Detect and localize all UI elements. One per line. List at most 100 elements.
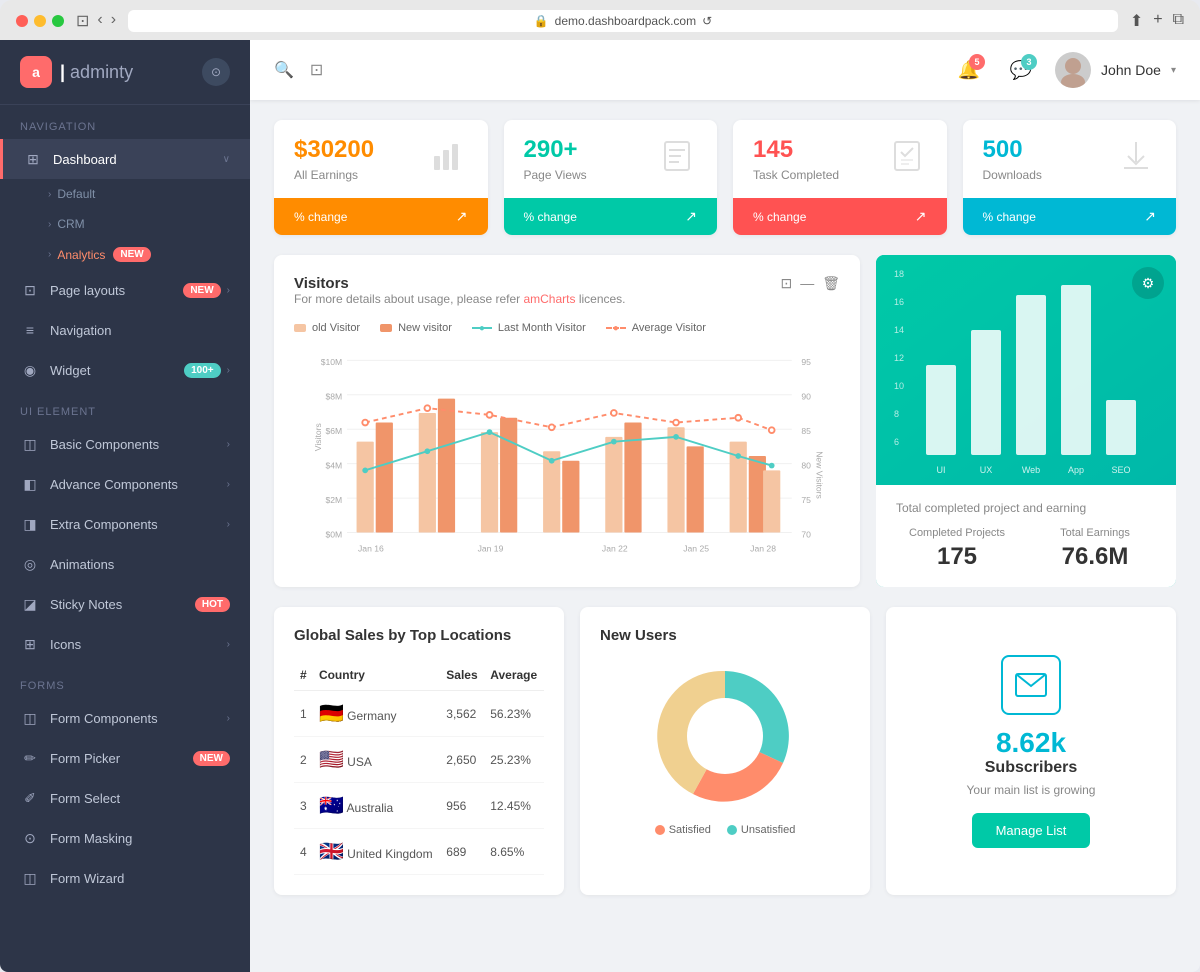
legend-old-visitor: old Visitor	[294, 322, 360, 334]
row-num: 1	[294, 691, 313, 737]
legend-label-old: old Visitor	[312, 322, 360, 334]
sidebar-item-form-wizard[interactable]: ◫ Form Wizard	[0, 858, 250, 898]
sales-header-average: Average	[484, 660, 544, 691]
forward-icon[interactable]: ›	[111, 11, 116, 31]
green-chart-card: ⚙ 18 16	[876, 255, 1176, 587]
sidebar-item-sticky-notes[interactable]: ◪ Sticky Notes HOT	[0, 584, 250, 624]
row-avg: 56.23%	[484, 691, 544, 737]
sidebar-item-form-masking[interactable]: ⊙ Form Masking	[0, 818, 250, 858]
completed-projects-label: Completed Projects	[896, 527, 1018, 539]
chevron-right-icon-advance: ›	[227, 479, 230, 490]
chevron-down-icon: ∨	[223, 154, 230, 165]
total-earnings-label: Total Earnings	[1034, 527, 1156, 539]
sidebar-item-basic-components[interactable]: ◫ Basic Components ›	[0, 424, 250, 464]
row-country: 🇬🇧 United Kingdom	[313, 829, 440, 875]
animations-icon: ◎	[20, 554, 40, 574]
row-country: 🇩🇪 Germany	[313, 691, 440, 737]
browser-actions: ⬆ + ⧉	[1130, 11, 1184, 31]
browser-dot-green[interactable]	[52, 15, 64, 27]
sidebar-item-dashboard[interactable]: ⊞ Dashboard ∨	[0, 139, 250, 179]
pageviews-footer[interactable]: % change ↗	[504, 198, 718, 235]
svg-text:Jan 22: Jan 22	[602, 544, 628, 554]
bottom-grid: Global Sales by Top Locations # Country …	[274, 607, 1176, 895]
sidebar-sub-item-default[interactable]: › Default	[0, 179, 250, 209]
sales-table-header-row: # Country Sales Average	[294, 660, 544, 691]
svg-text:6: 6	[894, 437, 899, 447]
chart-delete-icon[interactable]: 🗑	[822, 275, 840, 292]
svg-text:95: 95	[801, 357, 811, 367]
sidebar-item-form-picker[interactable]: ✏ Form Picker NEW	[0, 738, 250, 778]
sidebar-toggle-button[interactable]: ⊙	[202, 58, 230, 86]
earnings-arrow-icon: ↗	[456, 208, 468, 225]
sidebar-item-widget[interactable]: ◉ Widget 100+ ›	[0, 350, 250, 390]
reload-icon[interactable]: ↺	[702, 14, 712, 28]
arrow-right-icon-crm: ›	[48, 219, 51, 230]
chart-controls: ⊡ — 🗑	[780, 275, 840, 292]
user-avatar	[1055, 52, 1091, 88]
amcharts-link[interactable]: amCharts	[523, 292, 575, 306]
mail-icon	[1001, 655, 1061, 715]
unsatisfied-label: Unsatisfied	[741, 824, 795, 836]
tasks-icon	[887, 136, 927, 176]
downloads-value: 500	[983, 136, 1042, 164]
share-icon[interactable]: ⬆	[1130, 11, 1143, 31]
new-tab-icon[interactable]: +	[1153, 11, 1162, 31]
tasks-label: Task Completed	[753, 168, 839, 182]
sidebar-toggle-icon[interactable]: ⊡	[76, 11, 89, 31]
sidebar-item-label-advance-components: Advance Components	[50, 477, 227, 492]
chevron-right-icon-form-comp: ›	[227, 713, 230, 724]
notifications-button[interactable]: 🔔 5	[951, 52, 987, 88]
chevron-right-icon-extra: ›	[227, 519, 230, 530]
svg-text:80: 80	[801, 460, 811, 470]
sidebar-item-animations[interactable]: ◎ Animations	[0, 544, 250, 584]
satisfaction-legend: Satisfied Unsatisfied	[600, 824, 850, 836]
sidebar-item-advance-components[interactable]: ◧ Advance Components ›	[0, 464, 250, 504]
messages-badge: 3	[1021, 54, 1037, 70]
analytics-badge: NEW	[113, 247, 150, 262]
sidebar-item-form-select[interactable]: ✐ Form Select	[0, 778, 250, 818]
manage-list-button[interactable]: Manage List	[972, 813, 1091, 848]
extra-components-icon: ◨	[20, 514, 40, 534]
user-profile[interactable]: John Doe ▾	[1055, 52, 1176, 88]
sidebar-item-navigation[interactable]: ≡ Navigation	[0, 310, 250, 350]
back-icon[interactable]: ‹	[97, 11, 102, 31]
row-country: 🇦🇺 Australia	[313, 783, 440, 829]
downloads-footer[interactable]: % change ↗	[963, 198, 1177, 235]
sidebar-item-page-layouts[interactable]: ⊡ Page layouts NEW ›	[0, 270, 250, 310]
table-row: 1 🇩🇪 Germany 3,562 56.23%	[294, 691, 544, 737]
tasks-footer[interactable]: % change ↗	[733, 198, 947, 235]
sidebar-item-form-components[interactable]: ◫ Form Components ›	[0, 698, 250, 738]
chart-minimize-icon[interactable]: —	[800, 275, 814, 292]
sticky-notes-icon: ◪	[20, 594, 40, 614]
chart-expand-icon[interactable]: ⊡	[780, 275, 792, 292]
app-container: a | adminty ⊙ Navigation ⊞ Dashboard ∨ ›…	[0, 40, 1200, 972]
sidebar-sub-item-analytics[interactable]: › Analytics NEW	[0, 239, 250, 270]
svg-text:85: 85	[801, 426, 811, 436]
expand-button[interactable]: ⊡	[310, 60, 323, 80]
svg-text:70: 70	[801, 529, 811, 539]
url-text: demo.dashboardpack.com	[555, 14, 696, 28]
sidebar-item-icons[interactable]: ⊞ Icons ›	[0, 624, 250, 664]
search-button[interactable]: 🔍	[274, 60, 294, 80]
browser-chrome: ⊡ ‹ › 🔒 demo.dashboardpack.com ↺ ⬆ + ⧉	[0, 0, 1200, 40]
pageviews-icon	[657, 136, 697, 176]
svg-text:Jan 25: Jan 25	[683, 544, 709, 554]
sidebar-sub-item-crm[interactable]: › CRM	[0, 209, 250, 239]
sidebar-item-extra-components[interactable]: ◨ Extra Components ›	[0, 504, 250, 544]
legend-new-visitor: New visitor	[380, 322, 452, 334]
browser-dot-red[interactable]	[16, 15, 28, 27]
page-layouts-badge: NEW	[183, 283, 220, 298]
downloads-label: Downloads	[983, 168, 1042, 182]
browser-controls: ⊡ ‹ ›	[76, 11, 116, 31]
messages-button[interactable]: 💬 3	[1003, 52, 1039, 88]
gear-button[interactable]: ⚙	[1132, 267, 1164, 299]
legend-average: Average Visitor	[606, 322, 706, 334]
browser-dot-yellow[interactable]	[34, 15, 46, 27]
subscribers-card: 8.62k Subscribers Your main list is grow…	[886, 607, 1176, 895]
new-window-icon[interactable]: ⧉	[1173, 11, 1184, 31]
notifications-badge: 5	[969, 54, 985, 70]
svg-text:90: 90	[801, 392, 811, 402]
earnings-footer[interactable]: % change ↗	[274, 198, 488, 235]
row-sales: 956	[440, 783, 484, 829]
sales-card: Global Sales by Top Locations # Country …	[274, 607, 564, 895]
